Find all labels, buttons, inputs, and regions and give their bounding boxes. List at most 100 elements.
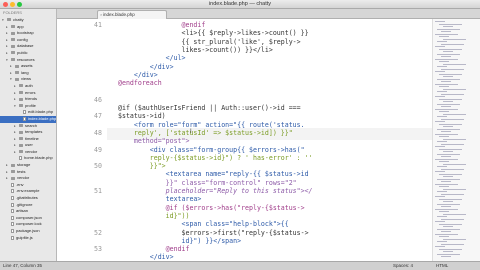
sidebar-item-label: .env.example — [16, 188, 40, 194]
sidebar-item[interactable]: gulpfile.js — [0, 235, 56, 242]
sidebar-item[interactable]: package.json — [0, 228, 56, 235]
minimap-line — [435, 158, 458, 160]
window-title: index.blade.php — chatty — [208, 1, 272, 7]
code-line: </div> — [118, 253, 174, 261]
folder-icon — [11, 176, 15, 180]
sidebar-header: FOLDERS — [3, 10, 22, 15]
code-line: likes->count()) }}</li> — [118, 45, 273, 54]
tab-close-icon[interactable]: × — [100, 11, 102, 19]
code-line: {{ str_plural('like', $reply-> — [118, 37, 301, 46]
text-cursor-icon: I — [190, 129, 192, 135]
minimap-line — [439, 123, 462, 125]
sidebar-item[interactable]: .gitignore — [0, 202, 56, 209]
minimap-line — [439, 48, 462, 50]
sidebar-item-label: resources — [17, 56, 35, 62]
line-number: 41 — [94, 21, 102, 29]
sidebar-item[interactable]: ▸ storage — [0, 162, 56, 169]
sidebar-item[interactable]: ▸ auth — [0, 83, 56, 90]
minimap-line — [441, 193, 464, 195]
code-line: id}") }}</span> — [118, 236, 242, 245]
minimap-line — [443, 213, 466, 215]
sidebar-item-label: storage — [17, 162, 31, 168]
minimap-line — [439, 173, 462, 175]
code-line: textarea> — [118, 195, 202, 204]
sidebar-item[interactable]: ▸ templates — [0, 129, 56, 136]
syntax-mode[interactable]: HTML — [436, 262, 448, 270]
minimap-line — [441, 56, 451, 57]
minimap-line — [443, 26, 453, 27]
sidebar-item[interactable]: ▸ app — [0, 24, 56, 31]
sidebar-item[interactable]: artisan — [0, 208, 56, 215]
sidebar-item[interactable]: ▸ database — [0, 43, 56, 50]
minimap-line — [443, 251, 453, 252]
sidebar-item[interactable]: ▸ vendor — [0, 175, 56, 182]
line-number: 48 — [94, 128, 102, 137]
sidebar-item[interactable]: ▸ assets — [0, 63, 56, 70]
folder-icon — [19, 90, 23, 94]
sidebar-item[interactable]: ▸ lang — [0, 70, 56, 77]
sidebar-item[interactable]: composer.json — [0, 215, 56, 222]
sidebar-item-label: user — [25, 142, 33, 148]
minimap-line — [439, 111, 449, 112]
sidebar-item[interactable]: ▸ bootstrap — [0, 30, 56, 37]
minimap-line — [443, 38, 466, 40]
minimap-line — [443, 51, 453, 52]
sidebar-item[interactable]: ▾ chatty — [0, 17, 56, 24]
code-line: @endif — [118, 245, 190, 254]
sidebar-item[interactable]: ▸ timeline — [0, 136, 56, 143]
minimap-line — [443, 151, 453, 152]
minimap-line — [437, 203, 460, 205]
sidebar-item-label: profile — [25, 102, 36, 108]
indentation-setting[interactable]: Spaces: 4 — [393, 262, 413, 270]
code-line: placeholder="Reply to this status"></ — [118, 187, 313, 195]
folder-icon — [19, 143, 23, 147]
sidebar-item[interactable]: ▸ config — [0, 37, 56, 44]
minimap-line — [443, 101, 453, 102]
sidebar-item-label: bootstrap — [17, 30, 34, 36]
sidebar-item-label: views — [21, 76, 32, 82]
minimap-line — [435, 233, 458, 235]
sidebar-item[interactable]: ▸ public — [0, 50, 56, 57]
sidebar-item-label: config — [17, 36, 28, 42]
tab-label: index.blade.php — [103, 12, 135, 17]
sidebar-item[interactable]: composer.lock — [0, 221, 56, 228]
sidebar-item[interactable]: ▸ errors — [0, 90, 56, 97]
sidebar-item[interactable]: .env — [0, 182, 56, 189]
file-icon — [19, 156, 22, 161]
sidebar-item[interactable]: index.blade.php — [0, 115, 56, 123]
minimap-line — [435, 146, 445, 147]
sidebar-item[interactable]: edit.blade.php — [0, 109, 56, 116]
sidebar-item[interactable]: ▸ search — [0, 123, 56, 130]
minimap-line — [443, 126, 453, 127]
code-line: @if ($authUserIsFriend || Auth::user()->… — [118, 104, 301, 112]
minimap-line — [441, 106, 451, 107]
sidebar-item[interactable]: ▸ user — [0, 142, 56, 149]
sidebar-item[interactable]: .gitattributes — [0, 195, 56, 202]
sidebar-item-label: friends — [25, 96, 38, 102]
sidebar-item[interactable]: ▾ views — [0, 76, 56, 83]
minimap-line — [435, 133, 458, 135]
code-editor[interactable]: 41 46 47 48 49 50 51 52 53 @endif <li>{{ $reply-… — [57, 19, 432, 261]
tab-index-blade[interactable]: × index.blade.php — [97, 10, 167, 19]
minimap-line — [435, 183, 458, 185]
minimap[interactable] — [432, 19, 480, 261]
sidebar-item[interactable]: ▾ resources — [0, 57, 56, 64]
minimap-line — [441, 218, 464, 220]
sidebar-item[interactable]: ▸ tests — [0, 169, 56, 176]
sidebar-item[interactable]: .env.example — [0, 188, 56, 195]
minimap-line — [437, 91, 447, 92]
title-bar: index.blade.php — chatty — [0, 0, 480, 9]
sidebar-item-label: package.json — [16, 228, 40, 233]
minimap-line — [435, 246, 445, 247]
minimap-line — [435, 221, 445, 222]
minimap-line — [439, 211, 449, 212]
sidebar-item[interactable]: ▸ vendor — [0, 149, 56, 156]
minimap-line — [443, 238, 466, 240]
file-icon — [11, 215, 14, 220]
sidebar-item[interactable]: home.blade.php — [0, 155, 56, 162]
sidebar-item[interactable]: ▾ profile — [0, 103, 56, 110]
sidebar-item-label: gulpfile.js — [16, 234, 33, 240]
minimap-line — [443, 163, 466, 165]
sidebar-item-label: database — [17, 43, 34, 49]
sidebar-item[interactable]: ▸ friends — [0, 96, 56, 103]
